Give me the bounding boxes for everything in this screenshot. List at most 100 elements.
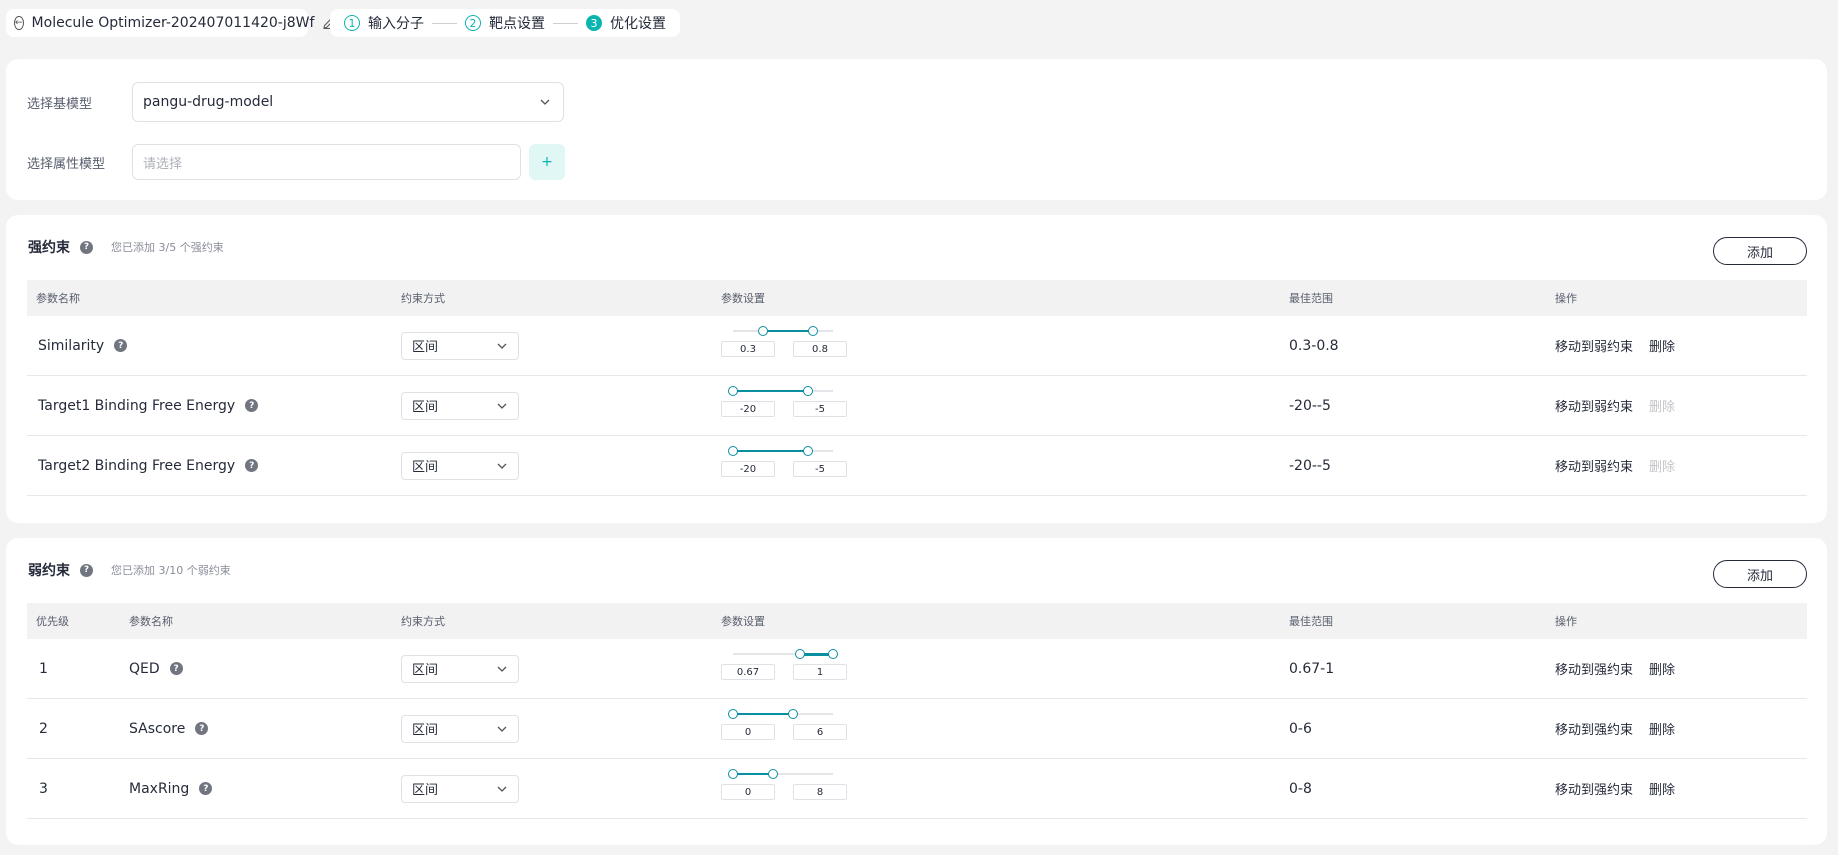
- attr-model-placeholder: 请选择: [143, 156, 183, 172]
- help-icon[interactable]: ?: [80, 240, 93, 254]
- range-slider[interactable]: -20 -5: [721, 386, 851, 426]
- operations-cell: 移动到强约束 删除: [1555, 759, 1675, 818]
- range-slider[interactable]: 0.67 1: [721, 649, 851, 689]
- param-name: Target1 Binding Free Energy: [38, 397, 236, 414]
- max-value-input[interactable]: -5: [793, 461, 847, 477]
- slider-max-handle[interactable]: [803, 446, 813, 456]
- min-value-input[interactable]: 0.3: [721, 341, 775, 357]
- constraint-method-select[interactable]: 区间: [401, 451, 519, 480]
- delete-link[interactable]: 删除: [1649, 659, 1675, 678]
- method-value: 区间: [412, 340, 439, 355]
- table-row: Target1 Binding Free Energy? 区间 -20 -5 -20--…: [27, 376, 1807, 436]
- chevron-down-icon: [496, 340, 508, 352]
- slider-max-handle[interactable]: [808, 326, 818, 336]
- project-title: Molecule Optimizer-202407011420-j8Wf: [31, 15, 315, 31]
- step-2[interactable]: 2 靶点设置: [465, 13, 545, 33]
- base-model-select[interactable]: pangu-drug-model: [132, 82, 564, 122]
- slider-track[interactable]: [728, 386, 833, 396]
- help-icon[interactable]: ?: [195, 722, 209, 735]
- min-value-input[interactable]: -20: [721, 461, 775, 477]
- slider-max-handle[interactable]: [803, 386, 813, 396]
- slider-max-handle[interactable]: [828, 649, 838, 659]
- slider-min-handle[interactable]: [795, 649, 805, 659]
- col-ops: 操作: [1555, 292, 1577, 305]
- min-value-input[interactable]: 0: [721, 784, 775, 800]
- slider-track[interactable]: [733, 649, 838, 659]
- constraint-method-select[interactable]: 区间: [401, 714, 519, 743]
- slider-max-handle[interactable]: [788, 709, 798, 719]
- add-attr-model-button[interactable]: +: [529, 144, 565, 180]
- slider-track[interactable]: [728, 446, 833, 456]
- move-to-weak-link[interactable]: 移动到弱约束: [1555, 396, 1633, 415]
- max-value-input[interactable]: 8: [793, 784, 847, 800]
- constraint-method-select[interactable]: 区间: [401, 654, 519, 683]
- attr-model-label: 选择属性模型: [27, 156, 106, 172]
- add-strong-button[interactable]: 添加: [1713, 237, 1807, 265]
- range-slider[interactable]: 08: [721, 769, 851, 809]
- param-name: QED: [129, 660, 160, 677]
- base-model-label: 选择基模型: [27, 96, 93, 112]
- help-icon[interactable]: ?: [245, 399, 259, 412]
- slider-track[interactable]: [733, 326, 833, 336]
- max-value-input[interactable]: 6: [793, 724, 847, 740]
- max-value-input[interactable]: 0.8: [793, 341, 847, 357]
- move-to-strong-link[interactable]: 移动到强约束: [1555, 719, 1633, 738]
- constraint-method-select[interactable]: 区间: [401, 391, 519, 420]
- step-1-number: 1: [344, 15, 360, 31]
- range-slider[interactable]: 0.3 0.8: [721, 326, 851, 366]
- slider-min-handle[interactable]: [728, 709, 738, 719]
- method-value: 区间: [412, 400, 439, 415]
- step-3[interactable]: 3 优化设置: [586, 13, 666, 33]
- move-to-strong-link[interactable]: 移动到强约束: [1555, 659, 1633, 678]
- col-priority: 优先级: [36, 615, 69, 628]
- delete-link[interactable]: 删除: [1649, 719, 1675, 738]
- move-to-strong-link[interactable]: 移动到强约束: [1555, 779, 1633, 798]
- col-ops: 操作: [1555, 615, 1577, 628]
- slider-track[interactable]: [728, 769, 833, 779]
- slider-min-handle[interactable]: [758, 326, 768, 336]
- param-name: Target2 Binding Free Energy: [38, 457, 236, 474]
- back-icon[interactable]: ←: [14, 16, 24, 30]
- min-value-input[interactable]: 0.67: [721, 664, 775, 680]
- delete-link[interactable]: 删除: [1649, 336, 1675, 355]
- operations-cell: 移动到弱约束 删除: [1555, 436, 1675, 495]
- max-value-input[interactable]: -5: [793, 401, 847, 417]
- add-weak-button[interactable]: 添加: [1713, 560, 1807, 588]
- operations-cell: 移动到强约束 删除: [1555, 639, 1675, 698]
- min-value-input[interactable]: -20: [721, 401, 775, 417]
- help-icon[interactable]: ?: [169, 662, 183, 675]
- strong-table: 参数名称 约束方式 参数设置 最佳范围 操作 Similarity? 区间 0.3 0…: [27, 280, 1807, 496]
- col-params: 参数设置: [721, 292, 765, 305]
- method-cell: 区间: [401, 759, 519, 818]
- model-selection-card: 选择基模型 pangu-drug-model 选择属性模型 请选择 +: [6, 59, 1827, 200]
- step-3-label: 优化设置: [610, 16, 666, 32]
- strong-title: 强约束: [28, 240, 70, 256]
- attr-model-select[interactable]: 请选择: [132, 144, 521, 180]
- slider-fill: [733, 713, 793, 715]
- slider-track[interactable]: [728, 709, 833, 719]
- chevron-down-icon: [496, 783, 508, 795]
- delete-link[interactable]: 删除: [1649, 779, 1675, 798]
- slider-min-handle[interactable]: [728, 769, 738, 779]
- min-value-input[interactable]: 0: [721, 724, 775, 740]
- help-icon[interactable]: ?: [80, 563, 93, 577]
- constraint-method-select[interactable]: 区间: [401, 774, 519, 803]
- range-slider[interactable]: 06: [721, 709, 851, 749]
- range-slider[interactable]: -20 -5: [721, 446, 851, 486]
- step-1[interactable]: 1 输入分子: [344, 13, 424, 33]
- max-value-input[interactable]: 1: [793, 664, 847, 680]
- weak-table: 优先级 参数名称 约束方式 参数设置 最佳范围 操作 1 QED? 区间 0.67 1 0…: [27, 603, 1807, 819]
- slider-max-handle[interactable]: [768, 769, 778, 779]
- help-icon[interactable]: ?: [245, 459, 259, 472]
- move-to-weak-link[interactable]: 移动到弱约束: [1555, 456, 1633, 475]
- col-name: 参数名称: [36, 292, 80, 305]
- help-icon[interactable]: ?: [114, 339, 128, 352]
- delete-link: 删除: [1649, 460, 1676, 475]
- help-icon[interactable]: ?: [199, 782, 213, 795]
- col-name: 参数名称: [129, 615, 173, 628]
- constraint-method-select[interactable]: 区间: [401, 331, 519, 360]
- move-to-weak-link[interactable]: 移动到弱约束: [1555, 336, 1633, 355]
- slider-min-handle[interactable]: [728, 386, 738, 396]
- slider-min-handle[interactable]: [728, 446, 738, 456]
- chevron-down-icon: [496, 723, 508, 735]
